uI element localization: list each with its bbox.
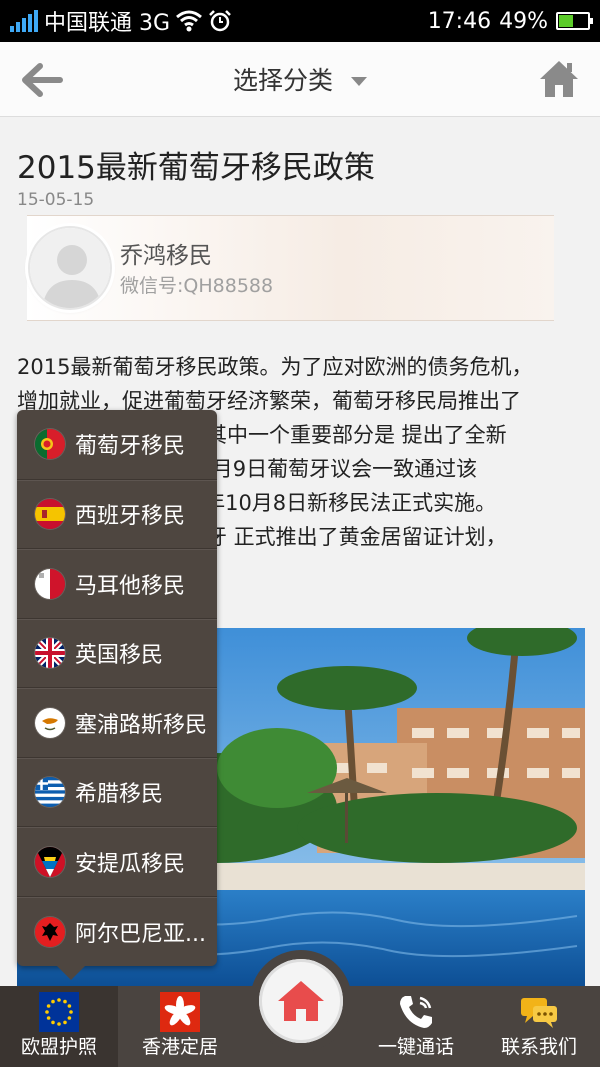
immigration-category-menu: 葡萄牙移民 西班牙移民 马耳他移民 英国移民 塞浦路斯移民 希腊移民 安提瓜移民… (17, 410, 217, 980)
menu-item-portugal[interactable]: 葡萄牙移民 (17, 410, 217, 480)
menu-item-spain[interactable]: 西班牙移民 (17, 479, 217, 549)
hong-kong-flag-icon (160, 992, 200, 1032)
menu-item-label: 葡萄牙移民 (75, 434, 186, 460)
alarm-icon (209, 10, 231, 32)
menu-item-label: 西班牙移民 (75, 504, 186, 530)
carrier-label: 中国联通 3G (44, 11, 171, 36)
uk-flag-icon (35, 638, 65, 669)
eu-star (45, 1010, 49, 1014)
eu-star (63, 1020, 67, 1025)
top-navigation-bar: 选择分类 (0, 42, 600, 117)
wifi-icon (176, 10, 203, 32)
eu-star (69, 1010, 73, 1014)
tab-label: 一键通话 (377, 1036, 454, 1058)
author-wechat-id: 微信号:QH88588 (120, 275, 274, 297)
menu-item-label: 英国移民 (75, 643, 164, 669)
home-icon (278, 981, 324, 1021)
spain-flag-icon (35, 499, 65, 530)
tab-hk-residence[interactable]: 香港定居 (120, 986, 240, 1067)
eu-star (67, 1004, 72, 1008)
eu-star (57, 1022, 61, 1026)
author-avatar (28, 226, 112, 310)
portugal-flag-icon (35, 429, 65, 460)
menu-item-label: 马耳他移民 (75, 573, 186, 599)
tab-label: 欧盟护照 (20, 1036, 97, 1058)
article-date: 15-05-15 (17, 190, 95, 210)
battery-icon (556, 12, 593, 30)
menu-item-greece[interactable]: 希腊移民 (17, 757, 217, 827)
phone-call-icon (400, 996, 432, 1028)
tab-label: 联系我们 (500, 1036, 577, 1058)
greece-flag-icon (35, 777, 65, 808)
author-card[interactable]: 乔鸿移民 微信号:QH88588 (27, 215, 554, 321)
menu-item-albania[interactable]: 阿尔巴尼亚... (17, 896, 217, 967)
clock-label: 17:46 (427, 8, 492, 34)
menu-item-label: 塞浦路斯移民 (75, 712, 208, 738)
paragraph-line: 2015最新葡萄牙移民政策。为了应对欧洲的债务危机， (17, 355, 533, 379)
user-placeholder-icon (30, 228, 110, 308)
dropdown-caret-icon (351, 76, 367, 86)
menu-item-label: 希腊移民 (75, 782, 164, 808)
menu-item-cyprus[interactable]: 塞浦路斯移民 (17, 688, 217, 758)
cyprus-flag-icon (35, 707, 65, 738)
eu-flag-icon (39, 992, 79, 1032)
menu-item-label: 安提瓜移民 (75, 851, 186, 877)
menu-item-malta[interactable]: 马耳他移民 (17, 549, 217, 619)
eu-star (63, 999, 67, 1004)
back-arrow-icon[interactable] (20, 60, 64, 100)
menu-item-uk[interactable]: 英国移民 (17, 618, 217, 688)
antigua-flag-icon (35, 846, 65, 877)
eu-star (57, 998, 61, 1002)
tab-contact-us[interactable]: 联系我们 (478, 986, 600, 1067)
menu-item-antigua[interactable]: 安提瓜移民 (17, 827, 217, 897)
eu-star (67, 1016, 72, 1020)
article-title: 2015最新葡萄牙移民政策 (17, 150, 375, 186)
status-bar: 中国联通 3G 17:46 49% (0, 0, 600, 42)
category-selector-label: 选择分类 (232, 66, 333, 95)
chat-bubbles-icon (521, 998, 557, 1028)
eu-star (46, 1016, 51, 1020)
menu-item-label: 阿尔巴尼亚... (75, 921, 206, 947)
eu-star (51, 999, 55, 1004)
albania-flag-icon (35, 916, 65, 947)
center-home-button[interactable] (250, 950, 352, 1052)
category-selector[interactable]: 选择分类 (233, 61, 367, 97)
eu-star (46, 1004, 51, 1008)
malta-flag-icon (35, 568, 65, 599)
author-name: 乔鸿移民 (120, 243, 212, 269)
tab-one-click-call[interactable]: 一键通话 (356, 986, 476, 1067)
signal-icon (10, 10, 38, 32)
battery-percent: 49% (499, 8, 548, 34)
tab-eu-passport[interactable]: 欧盟护照 (0, 986, 118, 1067)
tab-label: 香港定居 (141, 1036, 218, 1058)
eu-star (51, 1020, 55, 1025)
home-icon[interactable] (538, 58, 580, 100)
